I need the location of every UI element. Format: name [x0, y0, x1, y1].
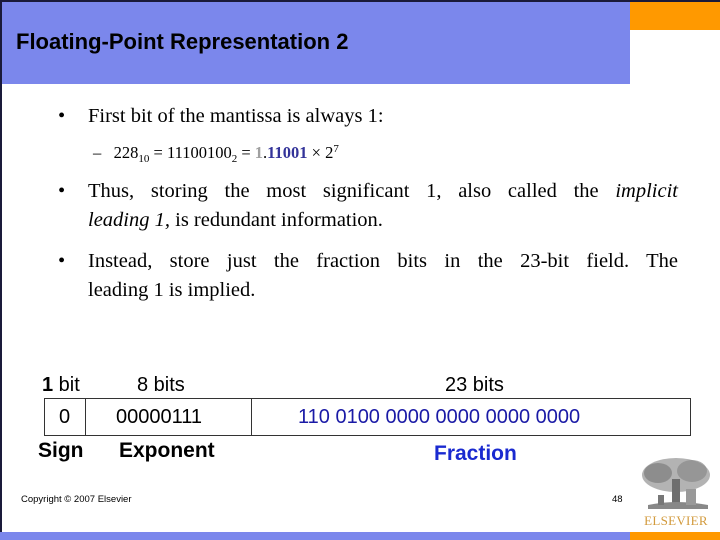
exponent-field-name: Exponent	[119, 439, 215, 462]
decimal-value: 228	[113, 143, 139, 162]
bullet-3-line-2: leading 1 is implied.	[88, 279, 256, 301]
page-number: 48	[612, 494, 623, 505]
ieee754-bit-field: 0 00000111 110 0100 0000 0000 0000 0000	[44, 398, 691, 436]
exponent-field-value: 00000111	[116, 406, 203, 428]
bullet-3-text: Instead, store just the fraction bits in…	[88, 247, 678, 305]
exponent-width-label: 8 bits	[137, 374, 185, 396]
sign-width-label: 1 bit	[42, 374, 80, 397]
bullet-2-line-2: leading 1, is redundant information.	[88, 206, 678, 235]
bullet-marker: •	[58, 180, 66, 202]
slide-title: Floating-Point Representation 2	[16, 29, 349, 54]
copyright-notice: Copyright © 2007 Elsevier	[21, 494, 132, 505]
sign-field-value: 0	[59, 406, 71, 428]
equals-sign: =	[153, 143, 163, 162]
sub-bullet-equation: – 22810 = 111001002 = 1.11001 × 27	[93, 143, 339, 165]
implicit-one: 1	[254, 143, 264, 162]
sign-exponent-divider	[85, 399, 86, 435]
sign-width-number: 1	[42, 374, 54, 396]
binary-value: 11100100	[166, 143, 232, 162]
power-exponent: 7	[333, 143, 339, 155]
decimal-base: 10	[138, 153, 150, 165]
title-band: Floating-Point Representation 2	[2, 2, 630, 84]
elsevier-logo: ELSEVIER	[638, 455, 714, 531]
bottom-band-blue	[0, 532, 630, 540]
accent-block-top	[630, 2, 720, 30]
bullet-2-text-b: is redundant information.	[170, 209, 383, 231]
binary-base: 2	[231, 153, 238, 165]
bullet-2-emphasis-a: implicit	[615, 180, 678, 202]
bullet-2-text-a: Thus, storing the most significant 1, al…	[88, 180, 616, 202]
bullet-1-text: First bit of the mantissa is always 1:	[88, 105, 384, 127]
fraction-width-label: 23 bits	[445, 374, 504, 396]
bullet-2-emphasis-b: leading 1,	[88, 209, 170, 231]
sub-bullet-marker: –	[93, 143, 102, 162]
bullet-2-line-1: Thus, storing the most significant 1, al…	[88, 177, 678, 206]
bullet-3-line-1: Instead, store just the fraction bits in…	[88, 250, 678, 272]
bullet-marker: •	[58, 105, 66, 127]
fraction-field-name: Fraction	[434, 442, 517, 465]
sign-field-name: Sign	[38, 439, 84, 462]
exponent-fraction-divider	[251, 399, 252, 435]
sign-width-unit: bit	[53, 374, 80, 396]
fraction-field-value: 110 0100 0000 0000 0000 0000	[298, 406, 581, 428]
bottom-band-orange	[630, 532, 720, 540]
elsevier-tree-icon	[642, 458, 710, 509]
bullet-2-text: Thus, storing the most significant 1, al…	[88, 177, 678, 235]
times-sign: ×	[311, 143, 321, 162]
equals-sign: =	[241, 143, 251, 162]
fraction-bits: 11001	[267, 143, 308, 162]
elsevier-wordmark: ELSEVIER	[644, 513, 708, 528]
bullet-marker: •	[58, 250, 66, 272]
